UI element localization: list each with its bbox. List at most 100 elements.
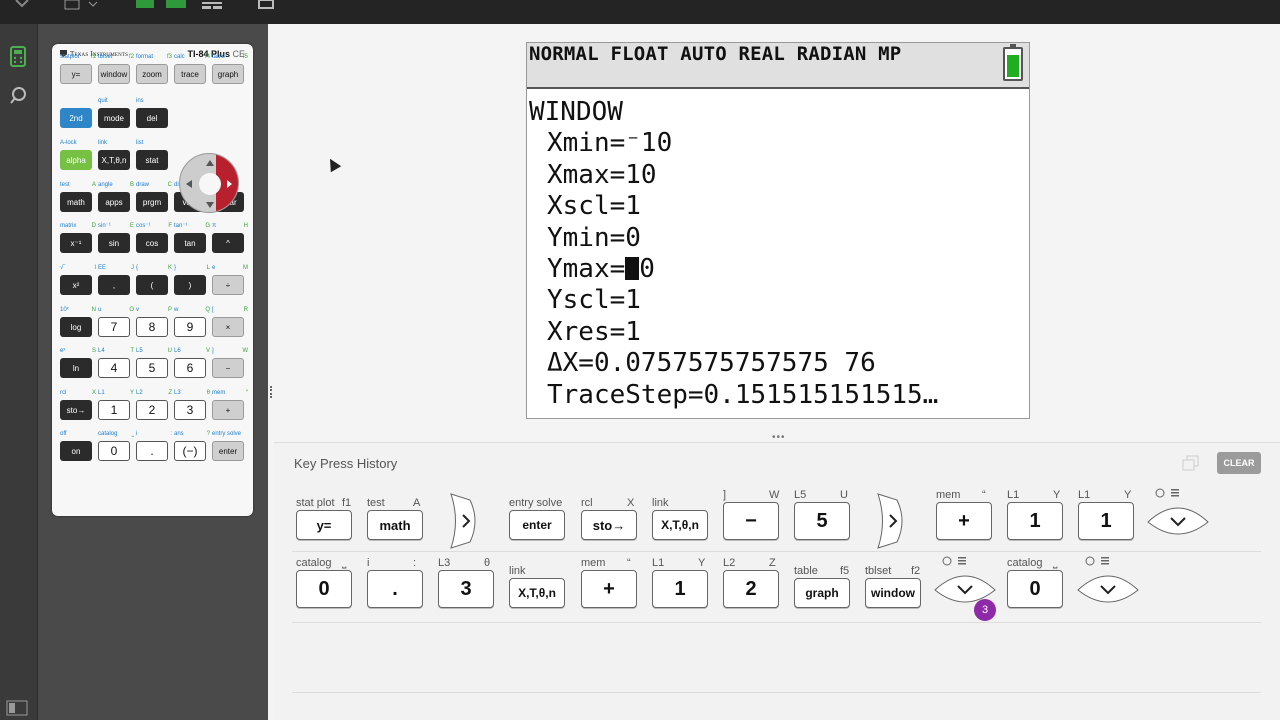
calc-key-secondary-label: link	[98, 140, 134, 147]
calc-key-32[interactable]: ln	[60, 358, 92, 378]
history-key-3-button[interactable]: 3	[438, 570, 494, 608]
history-key-secondary: ]	[723, 489, 727, 501]
calc-key-secondary-label: √‾ I	[60, 265, 96, 272]
history-key--button[interactable]: +	[936, 502, 992, 540]
down-arrow-key[interactable]	[1146, 486, 1210, 544]
history-key-1-button[interactable]: 1	[1007, 502, 1063, 540]
copy-icon[interactable]	[1182, 455, 1200, 471]
calc-key-42[interactable]: on	[60, 441, 92, 461]
calc-key-10[interactable]: X,T,θ,n	[98, 150, 130, 170]
calc-key-14[interactable]: prgm	[136, 192, 168, 212]
history-key-1-button[interactable]: 1	[652, 570, 708, 608]
calc-key-41[interactable]: +	[212, 400, 244, 420]
history-key-secondary: L5	[794, 489, 807, 501]
history-key-5-button[interactable]: 5	[794, 502, 850, 540]
secondary-function: tblset	[98, 54, 113, 60]
calc-key-29[interactable]: 8	[136, 317, 168, 337]
history-key-0-button[interactable]: 0	[296, 570, 352, 608]
calc-key-30[interactable]: 9	[174, 317, 206, 337]
history-key-secondary: table	[794, 565, 818, 577]
calc-key-22[interactable]: x²	[60, 275, 92, 295]
calc-key-40[interactable]: 3	[174, 400, 206, 420]
calc-key-8[interactable]: del	[136, 108, 168, 128]
down-arrow-key[interactable]	[1076, 554, 1140, 612]
calc-key-25[interactable]: )	[174, 275, 206, 295]
calc-key-27[interactable]: log	[60, 317, 92, 337]
history-key-alpha: W	[769, 489, 780, 501]
calc-key-28[interactable]: 7	[98, 317, 130, 337]
screen-line-text: Yscl=1	[547, 285, 641, 316]
calc-key-17[interactable]: x⁻¹	[60, 233, 92, 253]
calc-key-34[interactable]: 5	[136, 358, 168, 378]
history-key-sto-button[interactable]: sto→	[581, 510, 637, 540]
menu-icon[interactable]	[12, 0, 32, 10]
history-key-graph-button[interactable]: graph	[794, 578, 850, 608]
calc-key-7[interactable]: mode	[98, 108, 130, 128]
calc-key-26[interactable]: ÷	[212, 275, 244, 295]
calc-key-1[interactable]: y=	[60, 64, 92, 84]
calc-key-21[interactable]: ^	[212, 233, 244, 253]
secondary-function: matrix	[60, 223, 77, 229]
calc-key-2[interactable]: window	[98, 64, 130, 84]
calc-key-12[interactable]: math	[60, 192, 92, 212]
calc-key-44[interactable]: .	[136, 441, 168, 461]
history-key-XTn-button[interactable]: X,T,θ,n	[509, 578, 565, 608]
calc-key-13[interactable]: apps	[98, 192, 130, 212]
calc-key-38[interactable]: 1	[98, 400, 130, 420]
history-key-1-button[interactable]: 1	[1078, 502, 1134, 540]
calc-key-24[interactable]: (	[136, 275, 168, 295]
calc-key-18[interactable]: sin	[98, 233, 130, 253]
history-key--button[interactable]: −	[723, 502, 779, 540]
capture-icons[interactable]	[134, 0, 190, 10]
calc-key-31[interactable]: ×	[212, 317, 244, 337]
secondary-function: ins	[136, 98, 144, 104]
history-key--button[interactable]: .	[367, 570, 423, 608]
right-arrow-key[interactable]	[875, 492, 909, 550]
screenshot-icon[interactable]	[256, 0, 276, 10]
screen-line: Xmin=⁻10	[529, 128, 938, 159]
history-key-XTn-button[interactable]: X,T,θ,n	[652, 510, 708, 540]
layout-icon[interactable]	[200, 0, 224, 10]
clear-history-button[interactable]: CLEAR	[1217, 452, 1261, 474]
ymax-digit: 0	[639, 254, 655, 285]
right-arrow-key[interactable]	[448, 492, 482, 550]
history-key--button[interactable]: +	[581, 570, 637, 608]
calc-key-secondary-label: L2 Z	[136, 390, 172, 397]
calc-key-secondary-label: L5 U	[136, 348, 172, 355]
calc-key-3[interactable]: zoom	[136, 64, 168, 84]
calculator-icon[interactable]	[9, 46, 27, 68]
history-key-enter-button[interactable]: enter	[509, 510, 565, 540]
search-icon[interactable]	[9, 86, 29, 106]
calc-key-11[interactable]: stat	[136, 150, 168, 170]
keypad-layout-icon[interactable]	[64, 0, 100, 10]
arrow-pad[interactable]	[179, 153, 239, 213]
secondary-function: statplot	[60, 54, 80, 60]
screen-title: WINDOW	[529, 97, 623, 127]
calc-key-9[interactable]: alpha	[60, 150, 92, 170]
calc-key-46[interactable]: enter	[212, 441, 244, 461]
history-key-0-button[interactable]: 0	[1007, 570, 1063, 608]
calc-key-36[interactable]: −	[212, 358, 244, 378]
secondary-function: sin⁻¹	[98, 223, 111, 229]
calc-key-45[interactable]: (−)	[174, 441, 206, 461]
history-key-2-button[interactable]: 2	[723, 570, 779, 608]
panel-toggle-icon[interactable]	[6, 700, 28, 716]
calc-key-33[interactable]: 4	[98, 358, 130, 378]
calc-key-37[interactable]: sto→	[60, 400, 92, 420]
alpha-function: E	[129, 223, 134, 229]
calc-key-43[interactable]: 0	[98, 441, 130, 461]
calc-key-19[interactable]: cos	[136, 233, 168, 253]
calc-key-secondary-label: quit	[98, 98, 134, 105]
history-key-secondary: L1	[1007, 489, 1020, 501]
calc-key-23[interactable]: ,	[98, 275, 130, 295]
calc-key-secondary-label: cos⁻¹ F	[136, 223, 172, 230]
calc-key-6[interactable]: 2nd	[60, 108, 92, 128]
calc-key-5[interactable]: graph	[212, 64, 244, 84]
history-key-math-button[interactable]: math	[367, 510, 423, 540]
calc-key-35[interactable]: 6	[174, 358, 206, 378]
calc-key-39[interactable]: 2	[136, 400, 168, 420]
calc-key-4[interactable]: trace	[174, 64, 206, 84]
history-key-window-button[interactable]: window	[865, 578, 921, 608]
history-key-y-button[interactable]: y=	[296, 510, 352, 540]
calc-key-20[interactable]: tan	[174, 233, 206, 253]
